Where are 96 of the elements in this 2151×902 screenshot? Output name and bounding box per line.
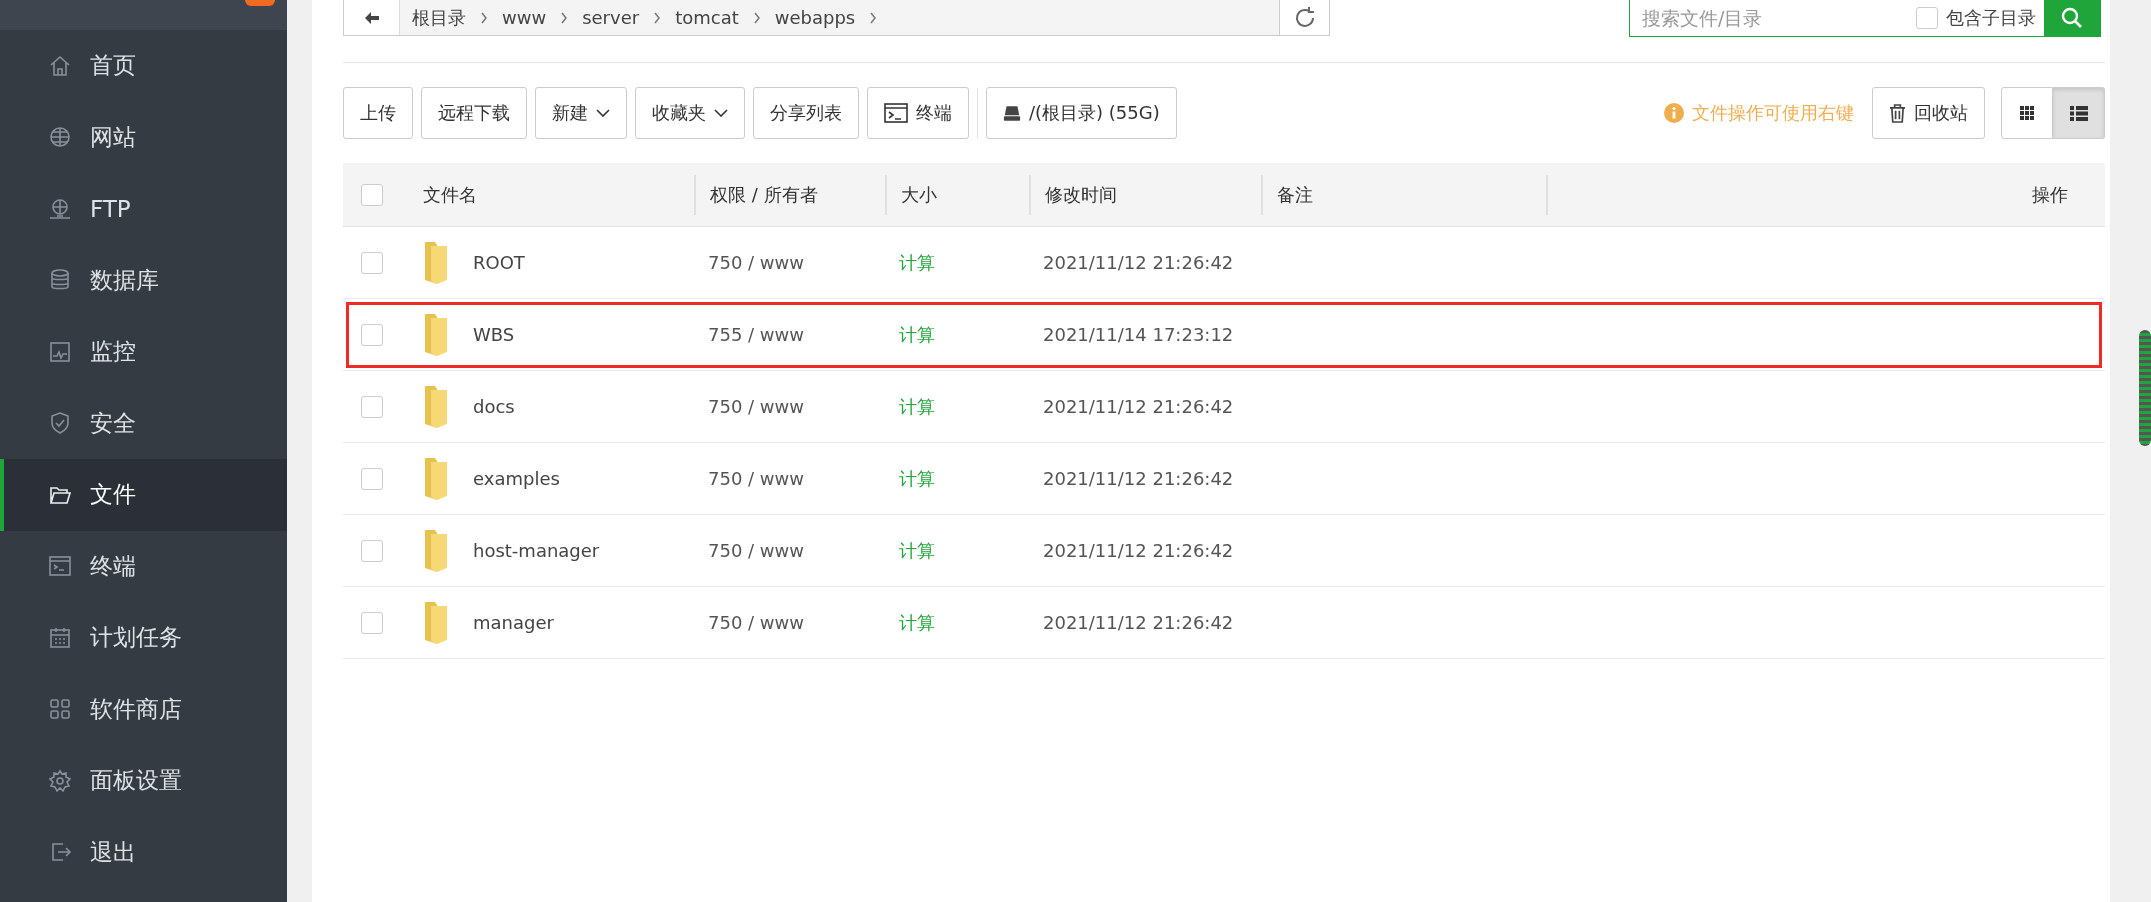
sidebar-item[interactable]: 软件商店 [0, 673, 287, 745]
calendar-icon [48, 625, 72, 650]
globe-icon [48, 125, 72, 150]
file-name[interactable]: host-manager [473, 540, 600, 561]
settings-icon [48, 768, 72, 793]
sidebar-item[interactable]: 终端 [0, 530, 287, 602]
folder-icon [423, 455, 449, 502]
terminal-button[interactable]: 终端 [867, 87, 969, 139]
chevron-right-icon [752, 11, 761, 24]
table-cell: 750 / www [708, 252, 805, 273]
table-cell: 2021/11/12 21:26:42 [1043, 612, 1234, 633]
table-cell: 2021/11/12 21:26:42 [1043, 540, 1234, 561]
grid-view-button[interactable] [2001, 87, 2053, 139]
dropdown-button[interactable]: 新建 [535, 87, 627, 139]
folder-icon [423, 383, 449, 430]
breadcrumb-link[interactable]: webapps [774, 7, 856, 28]
checkbox-label: 包含子目录 [1946, 6, 2036, 30]
toolbar-button[interactable]: 分享列表 [753, 87, 859, 139]
column-header: 文件名 [423, 182, 477, 207]
folder-icon [423, 239, 449, 286]
breadcrumb-link[interactable]: tomcat [675, 7, 739, 28]
folder-icon [423, 527, 449, 574]
column-header: 修改时间 [1045, 182, 1117, 207]
table-cell: 750 / www [708, 396, 805, 417]
table-cell: 750 / www [708, 540, 805, 561]
search-button[interactable] [2044, 0, 2100, 36]
sidebar-item[interactable]: 退出 [0, 816, 287, 888]
grid-icon [48, 697, 72, 722]
chevron-right-icon [560, 11, 569, 24]
chevron-right-icon [653, 11, 662, 24]
table-cell: 2021/11/12 21:26:42 [1043, 468, 1234, 489]
file-name[interactable]: manager [473, 612, 554, 633]
file-name[interactable]: ROOT [473, 252, 525, 273]
breadcrumb-link[interactable]: 根目录 [412, 5, 466, 30]
info-icon [1664, 103, 1684, 123]
select-all-checkbox[interactable] [361, 183, 383, 206]
file-name[interactable]: examples [473, 468, 560, 489]
table-cell: 755 / www [708, 324, 805, 345]
sidebar-item[interactable]: FTP [0, 173, 287, 245]
list-view-button[interactable] [2053, 87, 2105, 139]
breadcrumb-link[interactable]: www [502, 7, 547, 28]
file-name[interactable]: WBS [473, 324, 515, 345]
table-cell: 2021/11/12 21:26:42 [1043, 252, 1234, 273]
row-checkbox[interactable] [361, 395, 383, 418]
row-checkbox[interactable] [361, 467, 383, 490]
search-field[interactable]: 搜索文件/目录 [1630, 6, 1916, 30]
caret-icon [596, 109, 610, 117]
list-icon [2069, 105, 2088, 121]
chevron-right-icon [869, 11, 878, 24]
sidebar-item[interactable]: 首页 [0, 30, 287, 102]
column-header: 大小 [901, 182, 937, 207]
grid-icon [2019, 105, 2035, 121]
sidebar-item[interactable]: 数据库 [0, 244, 287, 316]
column-header: 备注 [1277, 182, 1313, 207]
breadcrumb-link[interactable]: server [582, 7, 640, 28]
search-icon [2060, 6, 2084, 30]
column-header: 权限 / 所有者 [710, 182, 818, 207]
table-cell: 750 / www [708, 468, 805, 489]
checkbox[interactable] [1916, 7, 1938, 29]
row-checkbox[interactable] [361, 539, 383, 562]
terminal-icon [884, 103, 908, 123]
table-cell: 2021/11/12 21:26:42 [1043, 396, 1234, 417]
toolbar-button[interactable]: 远程下载 [421, 87, 527, 139]
sidebar-item[interactable]: 面板设置 [0, 745, 287, 817]
shield-icon [48, 411, 72, 436]
toolbar-button[interactable]: 上传 [343, 87, 413, 139]
column-header: 操作 [2032, 182, 2068, 207]
recycle-bin-button[interactable]: 回收站 [1872, 87, 1985, 139]
scrollbar-thumb[interactable] [2139, 330, 2151, 446]
search-box[interactable]: 搜索文件/目录 包含子目录 [1629, 0, 2101, 37]
caret-icon [714, 109, 728, 117]
hard-drive-icon [1003, 104, 1021, 122]
home-icon [48, 53, 72, 78]
sidebar-item[interactable]: 文件 [0, 459, 287, 531]
chevron-right-icon [480, 11, 488, 24]
folder-icon [423, 311, 449, 358]
back-button[interactable] [344, 0, 400, 35]
file-name[interactable]: docs [473, 396, 515, 417]
table-cell: 750 / www [708, 612, 805, 633]
chart-icon [48, 339, 72, 364]
hint-text: 文件操作可使用右键 [1692, 101, 1854, 125]
sidebar-item[interactable]: 计划任务 [0, 602, 287, 674]
refresh-button[interactable] [1279, 0, 1329, 35]
network-globe-icon [48, 196, 72, 221]
dropdown-button[interactable]: 收藏夹 [635, 87, 745, 139]
row-checkbox[interactable] [361, 611, 383, 634]
terminal-icon [48, 554, 72, 579]
sidebar-item[interactable]: 安全 [0, 387, 287, 459]
sidebar-item[interactable]: 网站 [0, 101, 287, 173]
folder-icon [423, 599, 449, 646]
sidebar-item[interactable]: 监控 [0, 316, 287, 388]
table-cell: 2021/11/14 17:23:12 [1043, 324, 1234, 345]
disk-button[interactable]: /(根目录) (55G) [986, 87, 1177, 139]
row-checkbox[interactable] [361, 251, 383, 274]
trash-icon [1889, 103, 1906, 123]
row-checkbox[interactable] [361, 323, 383, 346]
